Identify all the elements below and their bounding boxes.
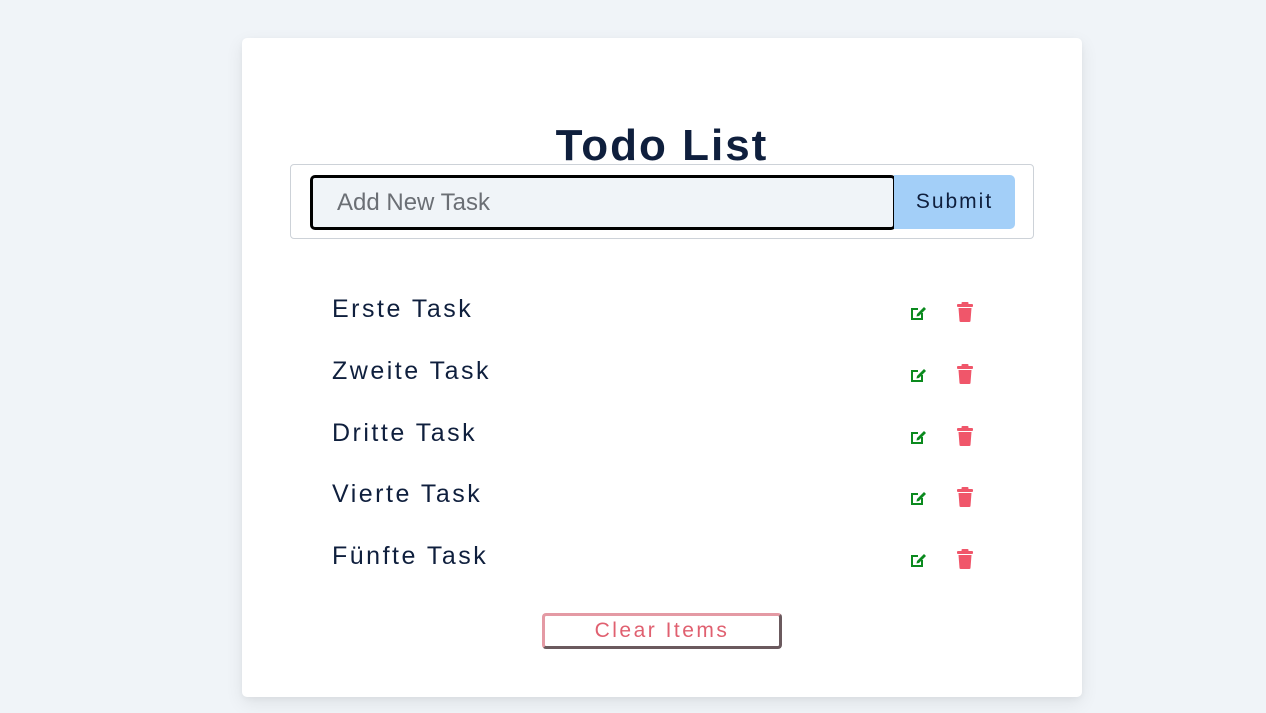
edit-icon[interactable] xyxy=(908,550,928,570)
task-name: Vierte Task xyxy=(332,480,483,509)
list-item: Vierte Task xyxy=(332,468,992,530)
list-item: Erste Task xyxy=(332,283,992,345)
task-list: Erste Task Zweite Task Dritte Task Viert… xyxy=(332,283,992,592)
edit-icon[interactable] xyxy=(908,303,928,323)
add-task-input[interactable] xyxy=(310,175,896,230)
trash-icon[interactable] xyxy=(956,548,974,570)
edit-icon[interactable] xyxy=(908,488,928,508)
trash-icon[interactable] xyxy=(956,425,974,447)
list-item: Fünfte Task xyxy=(332,530,992,592)
trash-icon[interactable] xyxy=(956,301,974,323)
edit-icon[interactable] xyxy=(908,427,928,447)
list-item: Dritte Task xyxy=(332,407,992,469)
clear-items-button[interactable]: Clear Items xyxy=(542,613,782,649)
task-name: Dritte Task xyxy=(332,418,478,447)
trash-icon[interactable] xyxy=(956,486,974,508)
task-name: Zweite Task xyxy=(332,356,492,385)
submit-button[interactable]: Submit xyxy=(894,175,1015,229)
add-task-form: Submit xyxy=(290,164,1034,239)
task-name: Fünfte Task xyxy=(332,542,489,570)
list-item: Zweite Task xyxy=(332,345,992,407)
edit-icon[interactable] xyxy=(908,365,928,385)
page-title: Todo List xyxy=(555,121,769,170)
trash-icon[interactable] xyxy=(956,363,974,385)
todo-card: Todo List Submit Erste Task Zweite Task xyxy=(242,38,1082,697)
task-name: Erste Task xyxy=(332,295,474,323)
